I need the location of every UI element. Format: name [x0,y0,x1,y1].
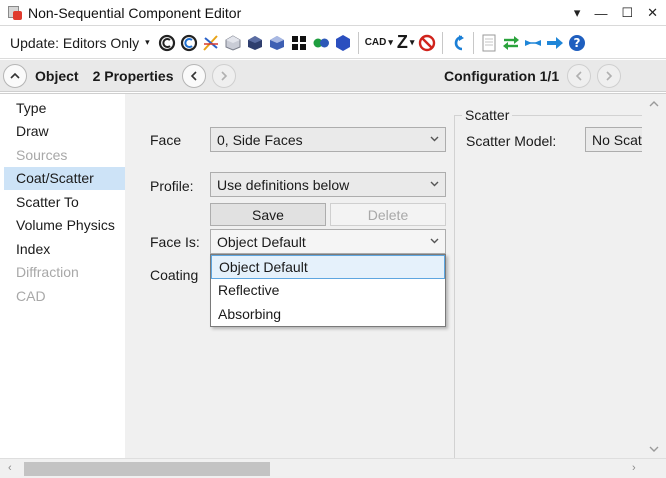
z-label: Z [396,32,408,52]
refresh-c-alt-icon[interactable] [180,34,198,52]
cad-menu-button[interactable]: CAD ▾ [365,37,393,48]
category-draw[interactable]: Draw [4,120,125,144]
update-mode-label: Update: Editors Only [10,34,140,51]
face-is-value: Object Default [217,233,306,250]
cube-solid-icon[interactable] [246,34,264,52]
chevron-down-icon: ▾ [409,37,415,47]
toolbar-separator [442,31,444,54]
stop-icon[interactable] [418,34,436,52]
chevron-down-icon [430,136,439,142]
vertical-scrollbar[interactable] [642,94,666,459]
face-is-dropdown[interactable]: Object Default [210,229,446,254]
collapse-button[interactable] [3,63,27,88]
coating-label: Coating [150,267,199,283]
ray-trace-icon[interactable] [202,34,220,52]
configuration-label: Configuration 1/1 [444,68,560,84]
update-mode-dropdown[interactable]: Update: Editors Only ▾ [10,35,150,51]
minimize-button[interactable]: — [594,6,607,21]
chevron-down-icon [430,181,439,187]
delete-button: Delete [330,203,446,226]
toolbar: Update: Editors Only ▾ CAD ▾ Z ▾ ? [0,27,666,59]
help-icon[interactable]: ? [568,34,586,52]
scatter-model-label: Scatter Model: [466,133,557,149]
toolbar-separator [473,31,475,54]
chevron-right-icon [220,70,227,81]
scroll-left-icon[interactable]: ‹ [8,462,12,474]
cad-label: CAD [364,37,387,48]
face-dropdown[interactable]: 0, Side Faces [210,127,446,152]
scroll-down-icon[interactable] [649,445,659,453]
object-nav-bar: Object 2 Properties Configuration 1/1 [0,60,666,92]
swap-arrows-icon[interactable] [502,34,520,52]
chevron-down-icon: ▾ [145,37,150,47]
category-volume-physics[interactable]: Volume Physics [4,214,125,238]
svg-text:?: ? [574,36,581,50]
horizontal-scrollbar[interactable]: ‹ › [0,458,666,478]
horizontal-scroll-thumb[interactable] [24,462,270,476]
document-icon[interactable] [480,34,498,52]
category-diffraction: Diffraction [16,264,79,281]
cube-outline-icon[interactable] [224,34,242,52]
next-object-button[interactable] [211,63,236,88]
chevron-left-icon [190,70,197,81]
property-category-list: Type Draw Sources Coat/Scatter Scatter T… [4,94,125,459]
toolbar-separator [357,31,359,54]
category-coat-scatter[interactable]: Coat/Scatter [4,166,125,190]
grid-squares-icon[interactable] [290,34,308,52]
green-blue-dots-icon[interactable] [312,34,330,52]
maximize-button[interactable]: ☐ [621,5,633,21]
next-config-button[interactable] [597,64,622,88]
profile-dropdown[interactable]: Use definitions below [210,172,446,197]
option-object-default[interactable]: Object Default [211,255,445,279]
option-absorbing[interactable]: Absorbing [211,302,445,326]
hexagon-icon[interactable] [334,34,352,52]
chevron-left-icon [575,71,582,81]
chevron-up-icon [10,72,20,79]
scroll-up-icon[interactable] [649,100,659,108]
scatter-model-value: No Scatt [592,131,646,148]
arrows-converge-icon[interactable] [524,34,542,52]
save-button[interactable]: Save [210,203,326,226]
profile-label: Profile: [150,178,194,194]
properties-label: 2 Properties [92,67,174,84]
profile-value: Use definitions below [217,176,350,193]
undo-arrow-icon[interactable] [449,34,467,52]
main-panel: Type Draw Sources Coat/Scatter Scatter T… [0,93,666,459]
coat-scatter-panel: Face 0, Side Faces Profile: Use definiti… [125,94,655,459]
previous-config-button[interactable] [567,64,592,88]
face-value: 0, Side Faces [217,131,303,148]
window-title: Non-Sequential Component Editor [28,4,242,21]
category-sources: Sources [16,146,68,163]
category-cad: CAD [16,287,46,304]
window-controls: ▾ — ☐ ✕ [574,0,658,26]
category-scatter-to[interactable]: Scatter To [4,190,125,214]
configuration-group: Configuration 1/1 [444,60,622,92]
object-label: Object [35,67,79,84]
app-icon [8,5,22,20]
scroll-right-icon[interactable]: › [632,462,636,474]
chevron-right-icon [606,71,613,81]
scatter-group-title: Scatter [462,107,513,123]
chevron-down-icon [430,238,439,244]
face-label: Face [150,132,182,148]
chevron-down-icon: ▾ [388,37,393,47]
option-reflective[interactable]: Reflective [211,279,445,303]
z-menu-button[interactable]: Z ▾ [397,32,415,53]
cube-blue-icon[interactable] [268,34,286,52]
window-menu-button[interactable]: ▾ [574,5,581,21]
category-index[interactable]: Index [4,237,125,261]
previous-object-button[interactable] [181,63,206,88]
face-is-label: Face Is: [150,234,200,250]
title-bar: Non-Sequential Component Editor ▾ — ☐ ✕ [0,0,666,26]
category-type[interactable]: Type [4,96,125,120]
close-button[interactable]: ✕ [647,5,658,21]
scatter-group: Scatter Scatter Model: No Scatt [454,107,655,459]
face-is-options-list: Object Default Reflective Absorbing [210,254,446,327]
arrow-right-icon[interactable] [546,34,564,52]
refresh-c-icon[interactable] [158,34,176,52]
